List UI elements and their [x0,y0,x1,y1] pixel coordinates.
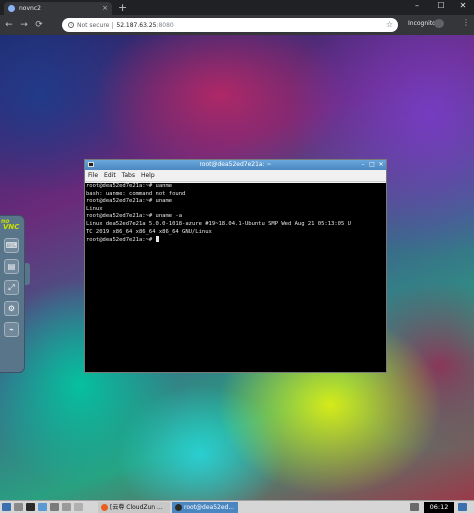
task-label: root@dea52ed... [184,504,235,511]
terminal-task-icon [175,504,182,511]
terminal-close-button[interactable]: ✕ [377,161,385,169]
terminal-minimize-button[interactable]: – [359,161,367,169]
remote-desktop-wallpaper[interactable]: no VNC ⌨ ▤ ⤢ ⚙ ⌁ root@dea52ed7e21a: ~ – … [0,35,474,500]
bookmark-star-icon[interactable]: ☆ [386,20,393,29]
terminal-maximize-button[interactable]: □ [368,161,376,169]
fullscreen-icon[interactable]: ⤢ [4,280,19,295]
close-window-button[interactable]: ✕ [452,0,474,13]
novnc-control-bar: no VNC ⌨ ▤ ⤢ ⚙ ⌁ [0,215,25,373]
maximize-button[interactable]: ☐ [430,0,452,13]
workspace-icon[interactable] [74,503,83,511]
incognito-icon[interactable] [434,19,444,28]
terminal-line: Linux dea52ed7e21a 5.0.0-1018-azure #19~… [86,220,351,227]
terminal-line: root@dea52ed7e21a:~# uname [86,198,173,205]
settings-gear-icon[interactable]: ⚙ [4,301,19,316]
window-list-icon[interactable] [62,503,71,511]
taskbar-task-browser[interactable]: [云尊 CloudZun ... [98,502,170,513]
terminal-prompt-line[interactable]: root@dea52ed7e21a:~# [86,236,385,245]
browser-menu-icon[interactable]: ⋮ [462,18,470,27]
search-icon[interactable] [50,503,59,511]
browser-toolbar: ← → ⟳ i Not secure 52.187.63.25 :8080 ☆ [0,15,474,35]
taskbar: [云尊 CloudZun ... root@dea52ed... 06:12 [0,500,474,513]
terminal-line: root@dea52ed7e21a:~# uname -a [86,213,183,220]
terminal-prompt: root@dea52ed7e21a:~# [86,237,156,244]
menu-file[interactable]: File [88,172,98,179]
browser-tab[interactable]: novnc2 × [4,2,112,15]
tab-close-icon[interactable]: × [102,5,108,12]
logout-icon[interactable] [458,503,467,511]
omnibox-divider [112,21,114,29]
address-bar[interactable]: i Not secure 52.187.63.25 :8080 ☆ [62,18,398,32]
new-tab-button[interactable]: + [118,1,127,14]
minimize-button[interactable]: – [406,0,428,13]
terminal-title: root@dea52ed7e21a: ~ [199,161,272,168]
novnc-logo-main: VNC [3,223,20,231]
taskbar-task-terminal[interactable]: root@dea52ed... [172,502,238,513]
terminal-output[interactable]: root@dea52ed7e21a:~# uanme bash: uanme: … [85,183,386,372]
not-secure-label: Not secure [77,21,110,29]
terminal-launcher-icon[interactable] [26,503,35,511]
menu-help[interactable]: Help [141,172,155,179]
text-cursor [155,236,159,243]
incognito-label: Incognito [408,20,436,27]
browser-task-icon [101,504,108,511]
url-port: :8080 [156,21,174,29]
terminal-line: bash: uanme: command not found [86,190,186,197]
desktop-icon[interactable] [38,503,47,511]
tab-title: novnc2 [19,5,41,12]
disconnect-icon[interactable]: ⌁ [4,322,19,337]
menu-edit[interactable]: Edit [104,172,116,179]
file-manager-icon[interactable] [14,503,23,511]
forward-button[interactable]: → [18,19,30,31]
browser-tab-strip: novnc2 × + – ☐ ✕ [0,0,474,15]
terminal-line: root@dea52ed7e21a:~# uanme [86,183,173,189]
terminal-menubar: File Edit Tabs Help [85,170,386,182]
tab-favicon-icon [8,5,15,12]
keyboard-icon[interactable]: ⌨ [4,238,19,253]
menu-tabs[interactable]: Tabs [122,172,135,179]
task-label: [云尊 CloudZun ... [110,504,163,511]
start-menu-icon[interactable] [2,503,11,511]
back-button[interactable]: ← [3,19,15,31]
reload-button[interactable]: ⟳ [33,19,45,31]
terminal-window[interactable]: root@dea52ed7e21a: ~ – □ ✕ File Edit Tab… [84,159,387,373]
tray-icon[interactable] [410,503,419,511]
clipboard-icon[interactable]: ▤ [4,259,19,274]
terminal-line: Linux [86,205,103,212]
terminal-titlebar[interactable]: root@dea52ed7e21a: ~ – □ ✕ [85,160,386,170]
info-icon[interactable]: i [68,22,74,28]
url-host: 52.187.63.25 [116,21,157,29]
terminal-line: TC 2019 x86_64 x86_64 x86_64 GNU/Linux [86,228,212,235]
novnc-panel-handle[interactable] [25,263,30,285]
taskbar-clock: 06:12 [424,502,454,513]
